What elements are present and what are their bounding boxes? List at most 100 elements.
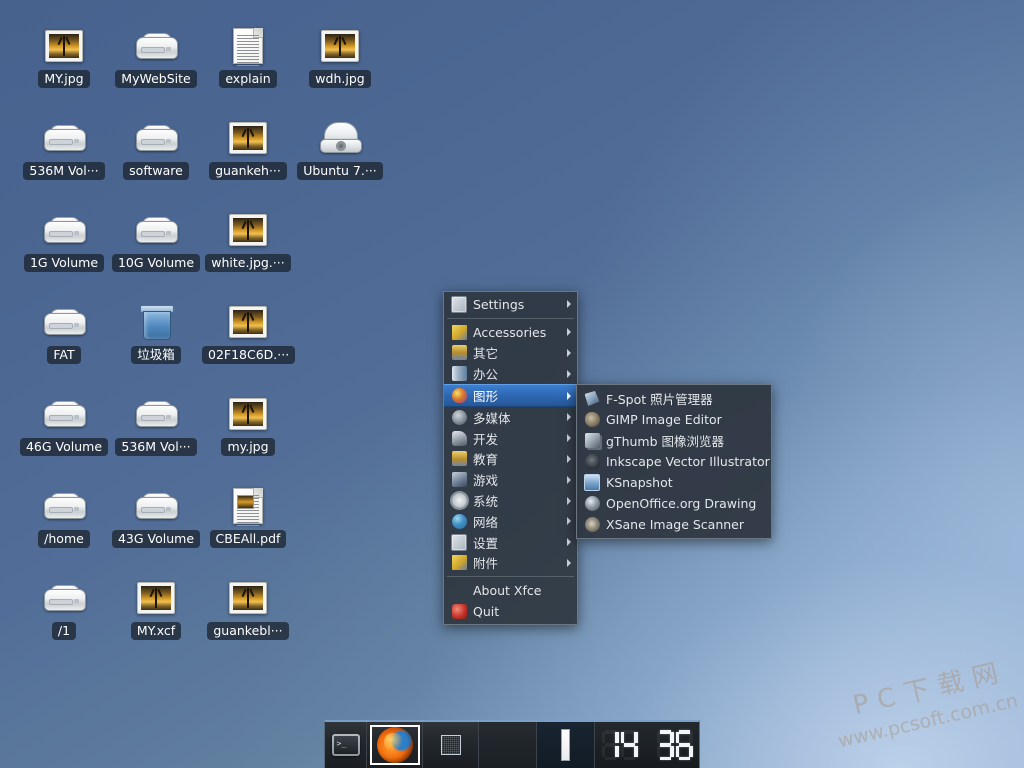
submenu-item-label: XSane Image Scanner <box>606 517 763 532</box>
desktop-icon[interactable]: MY.jpg <box>18 24 110 92</box>
clock-minutes <box>657 730 693 760</box>
desktop-icon-glyph <box>110 116 202 160</box>
desktop-icon[interactable]: my.jpg <box>202 392 294 460</box>
desktop-icon-glyph <box>110 392 202 436</box>
desktop-icon-glyph <box>18 392 110 436</box>
gthumb-icon <box>584 433 600 449</box>
desktop[interactable]: MY.jpgMyWebSiteexplainwdh.jpg 536M Vol···… <box>0 0 1024 768</box>
clock-digit <box>602 730 619 760</box>
xfce-graphics-submenu[interactable]: F-Spot 照片管理器GIMP Image EditorgThumb 图橡浏览… <box>576 384 772 539</box>
clock-digit <box>657 730 674 760</box>
menu-item[interactable]: Settings <box>444 294 577 315</box>
desktop-icon[interactable]: guankeh··· <box>202 116 294 184</box>
menu-item-label: 游戏 <box>473 470 561 489</box>
menu-item-label: 多媒体 <box>473 408 561 427</box>
document-icon <box>233 28 263 64</box>
desktop-icon[interactable]: 43G Volume <box>110 484 202 552</box>
other-icon <box>451 345 467 361</box>
desktop-icon[interactable]: 1G Volume <box>18 208 110 276</box>
workspace-pager[interactable] <box>423 722 479 768</box>
image-thumbnail-icon <box>229 398 267 430</box>
menu-item-label: 设置 <box>473 533 561 552</box>
desktop-icon[interactable]: software <box>110 116 202 184</box>
desktop-icon[interactable]: MY.xcf <box>110 576 202 644</box>
submenu-item[interactable]: KSnapshot <box>577 472 771 493</box>
submenu-item-label: gThumb 图橡浏览器 <box>606 431 763 450</box>
desktop-icon[interactable]: Ubuntu 7.··· <box>294 116 386 184</box>
desktop-icon-glyph <box>18 300 110 344</box>
pdf-document-icon <box>233 488 263 524</box>
desktop-icon[interactable]: white.jpg.··· <box>202 208 294 276</box>
desktop-icon[interactable]: /home <box>18 484 110 552</box>
clock[interactable] <box>595 722 699 768</box>
desktop-icon-label: 46G Volume <box>20 438 108 456</box>
menu-item[interactable]: Quit <box>444 601 577 622</box>
office-icon <box>451 366 467 382</box>
desktop-icon[interactable]: CBEAll.pdf <box>202 484 294 552</box>
inkscape-icon <box>584 454 600 470</box>
submenu-arrow-icon <box>567 434 571 442</box>
menu-item[interactable]: 系统 <box>444 490 577 511</box>
games-icon <box>451 472 467 488</box>
desktop-icon[interactable]: 536M Vol··· <box>18 116 110 184</box>
desktop-icon[interactable]: 46G Volume <box>18 392 110 460</box>
clock-lcd-digits <box>602 730 693 760</box>
menu-item[interactable]: 办公 <box>444 363 577 384</box>
submenu-arrow-icon <box>567 559 571 567</box>
desktop-icon-glyph <box>202 576 294 620</box>
network-icon <box>451 513 467 529</box>
clock-digit <box>621 730 638 760</box>
submenu-item[interactable]: XSane Image Scanner <box>577 514 771 535</box>
desktop-icon[interactable]: wdh.jpg <box>294 24 386 92</box>
image-thumbnail-icon <box>321 30 359 62</box>
xfce-applications-menu[interactable]: Settings Accessories其它办公图形多媒体开发教育游戏系统网络设置… <box>443 291 578 625</box>
multimedia-icon <box>451 409 467 425</box>
desktop-icon[interactable]: 536M Vol··· <box>110 392 202 460</box>
xfce-panel[interactable]: >_ <box>324 720 700 768</box>
menu-item-label: 网络 <box>473 512 561 531</box>
launcher-firefox[interactable] <box>367 722 423 768</box>
fspot-icon <box>584 391 600 407</box>
menu-item[interactable]: 图形 <box>444 384 577 407</box>
menu-item[interactable]: 开发 <box>444 428 577 449</box>
menu-item[interactable]: 网络 <box>444 511 577 532</box>
menu-item[interactable]: 游戏 <box>444 469 577 490</box>
submenu-item[interactable]: Inkscape Vector Illustrator <box>577 451 771 472</box>
menu-item[interactable]: Accessories <box>444 322 577 343</box>
workspace-1-cell[interactable] <box>441 735 461 755</box>
submenu-item[interactable]: OpenOffice.org Drawing <box>577 493 771 514</box>
desktop-icon[interactable]: /1 <box>18 576 110 644</box>
xsane-icon <box>584 517 600 533</box>
desktop-icon-label: 536M Vol··· <box>115 438 196 456</box>
menu-item[interactable]: 教育 <box>444 449 577 470</box>
tray-indicator-icon[interactable] <box>561 729 570 761</box>
menu-item[interactable]: About Xfce <box>444 580 577 601</box>
desktop-icon-glyph <box>110 484 202 528</box>
desktop-icon-label: my.jpg <box>221 438 274 456</box>
clock-digit <box>676 730 693 760</box>
menu-item[interactable]: 其它 <box>444 343 577 364</box>
submenu-item[interactable]: F-Spot 照片管理器 <box>577 388 771 409</box>
desktop-icon[interactable]: MyWebSite <box>110 24 202 92</box>
submenu-item[interactable]: gThumb 图橡浏览器 <box>577 430 771 451</box>
desktop-icon[interactable]: 02F18C6D.··· <box>202 300 294 368</box>
desktop-icon-glyph <box>202 116 294 160</box>
image-thumbnail-icon <box>229 214 267 246</box>
launcher-terminal[interactable]: >_ <box>325 722 367 768</box>
desktop-icon[interactable]: 10G Volume <box>110 208 202 276</box>
submenu-arrow-icon <box>567 392 571 400</box>
submenu-item[interactable]: GIMP Image Editor <box>577 409 771 430</box>
menu-item[interactable]: 设置 <box>444 532 577 553</box>
watermark-url: www.pcsoft.com.cn <box>836 690 1020 753</box>
menu-item[interactable]: 附件 <box>444 553 577 574</box>
desktop-icon[interactable]: 垃圾箱 <box>110 300 202 368</box>
desktop-icon[interactable]: guankebl··· <box>202 576 294 644</box>
desktop-icon[interactable]: explain <box>202 24 294 92</box>
graphics-icon <box>451 388 467 404</box>
system-tray[interactable] <box>537 722 595 768</box>
hard-drive-icon <box>136 399 176 429</box>
task-list[interactable] <box>479 722 537 768</box>
desktop-icon[interactable]: FAT <box>18 300 110 368</box>
menu-item[interactable]: 多媒体 <box>444 407 577 428</box>
quit-icon <box>451 604 467 620</box>
